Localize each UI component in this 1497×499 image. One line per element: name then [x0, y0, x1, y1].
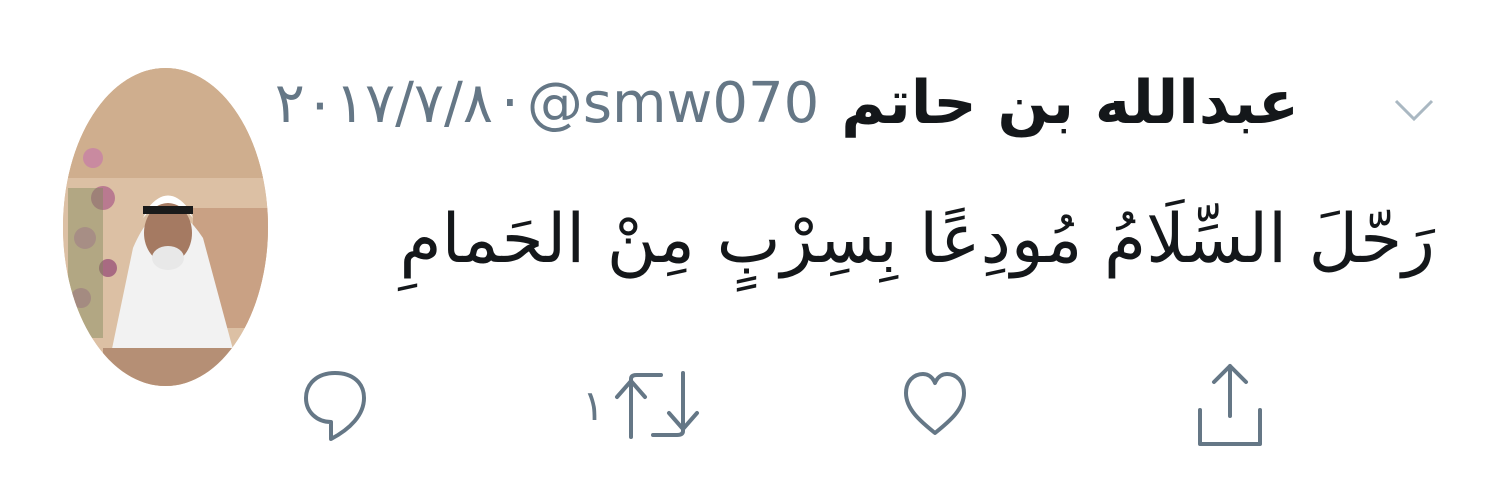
reply-icon: [304, 371, 366, 441]
reply-button[interactable]: [300, 360, 370, 450]
tweet: عبدالله بن حاتم @smw070 · ٢٠١٧/٧/٨ رَحّل…: [0, 0, 1497, 499]
avatar-image: [63, 68, 268, 386]
share-button[interactable]: [1192, 360, 1268, 450]
retweet-count: ١: [582, 380, 605, 430]
share-icon: [1198, 364, 1262, 446]
tweet-actions: ١: [0, 360, 1497, 460]
separator-dot: ·: [501, 70, 519, 136]
display-name[interactable]: عبدالله بن حاتم: [841, 68, 1299, 138]
avatar[interactable]: [63, 68, 268, 386]
tweet-date[interactable]: ٢٠١٧/٧/٨: [275, 71, 493, 136]
tweet-text: رَحّلَ السِّلَامُ مُودِعًا بِسِرْبٍ مِنْ…: [399, 200, 1435, 279]
user-handle[interactable]: @smw070: [527, 71, 819, 136]
like-button[interactable]: [900, 360, 970, 450]
tweet-header: عبدالله بن حاتم @smw070 · ٢٠١٧/٧/٨: [275, 62, 1299, 144]
heart-icon: [904, 372, 966, 435]
chevron-down-icon[interactable]: [1392, 95, 1436, 125]
retweet-icon: [614, 371, 699, 439]
retweet-button[interactable]: ١: [582, 360, 705, 450]
